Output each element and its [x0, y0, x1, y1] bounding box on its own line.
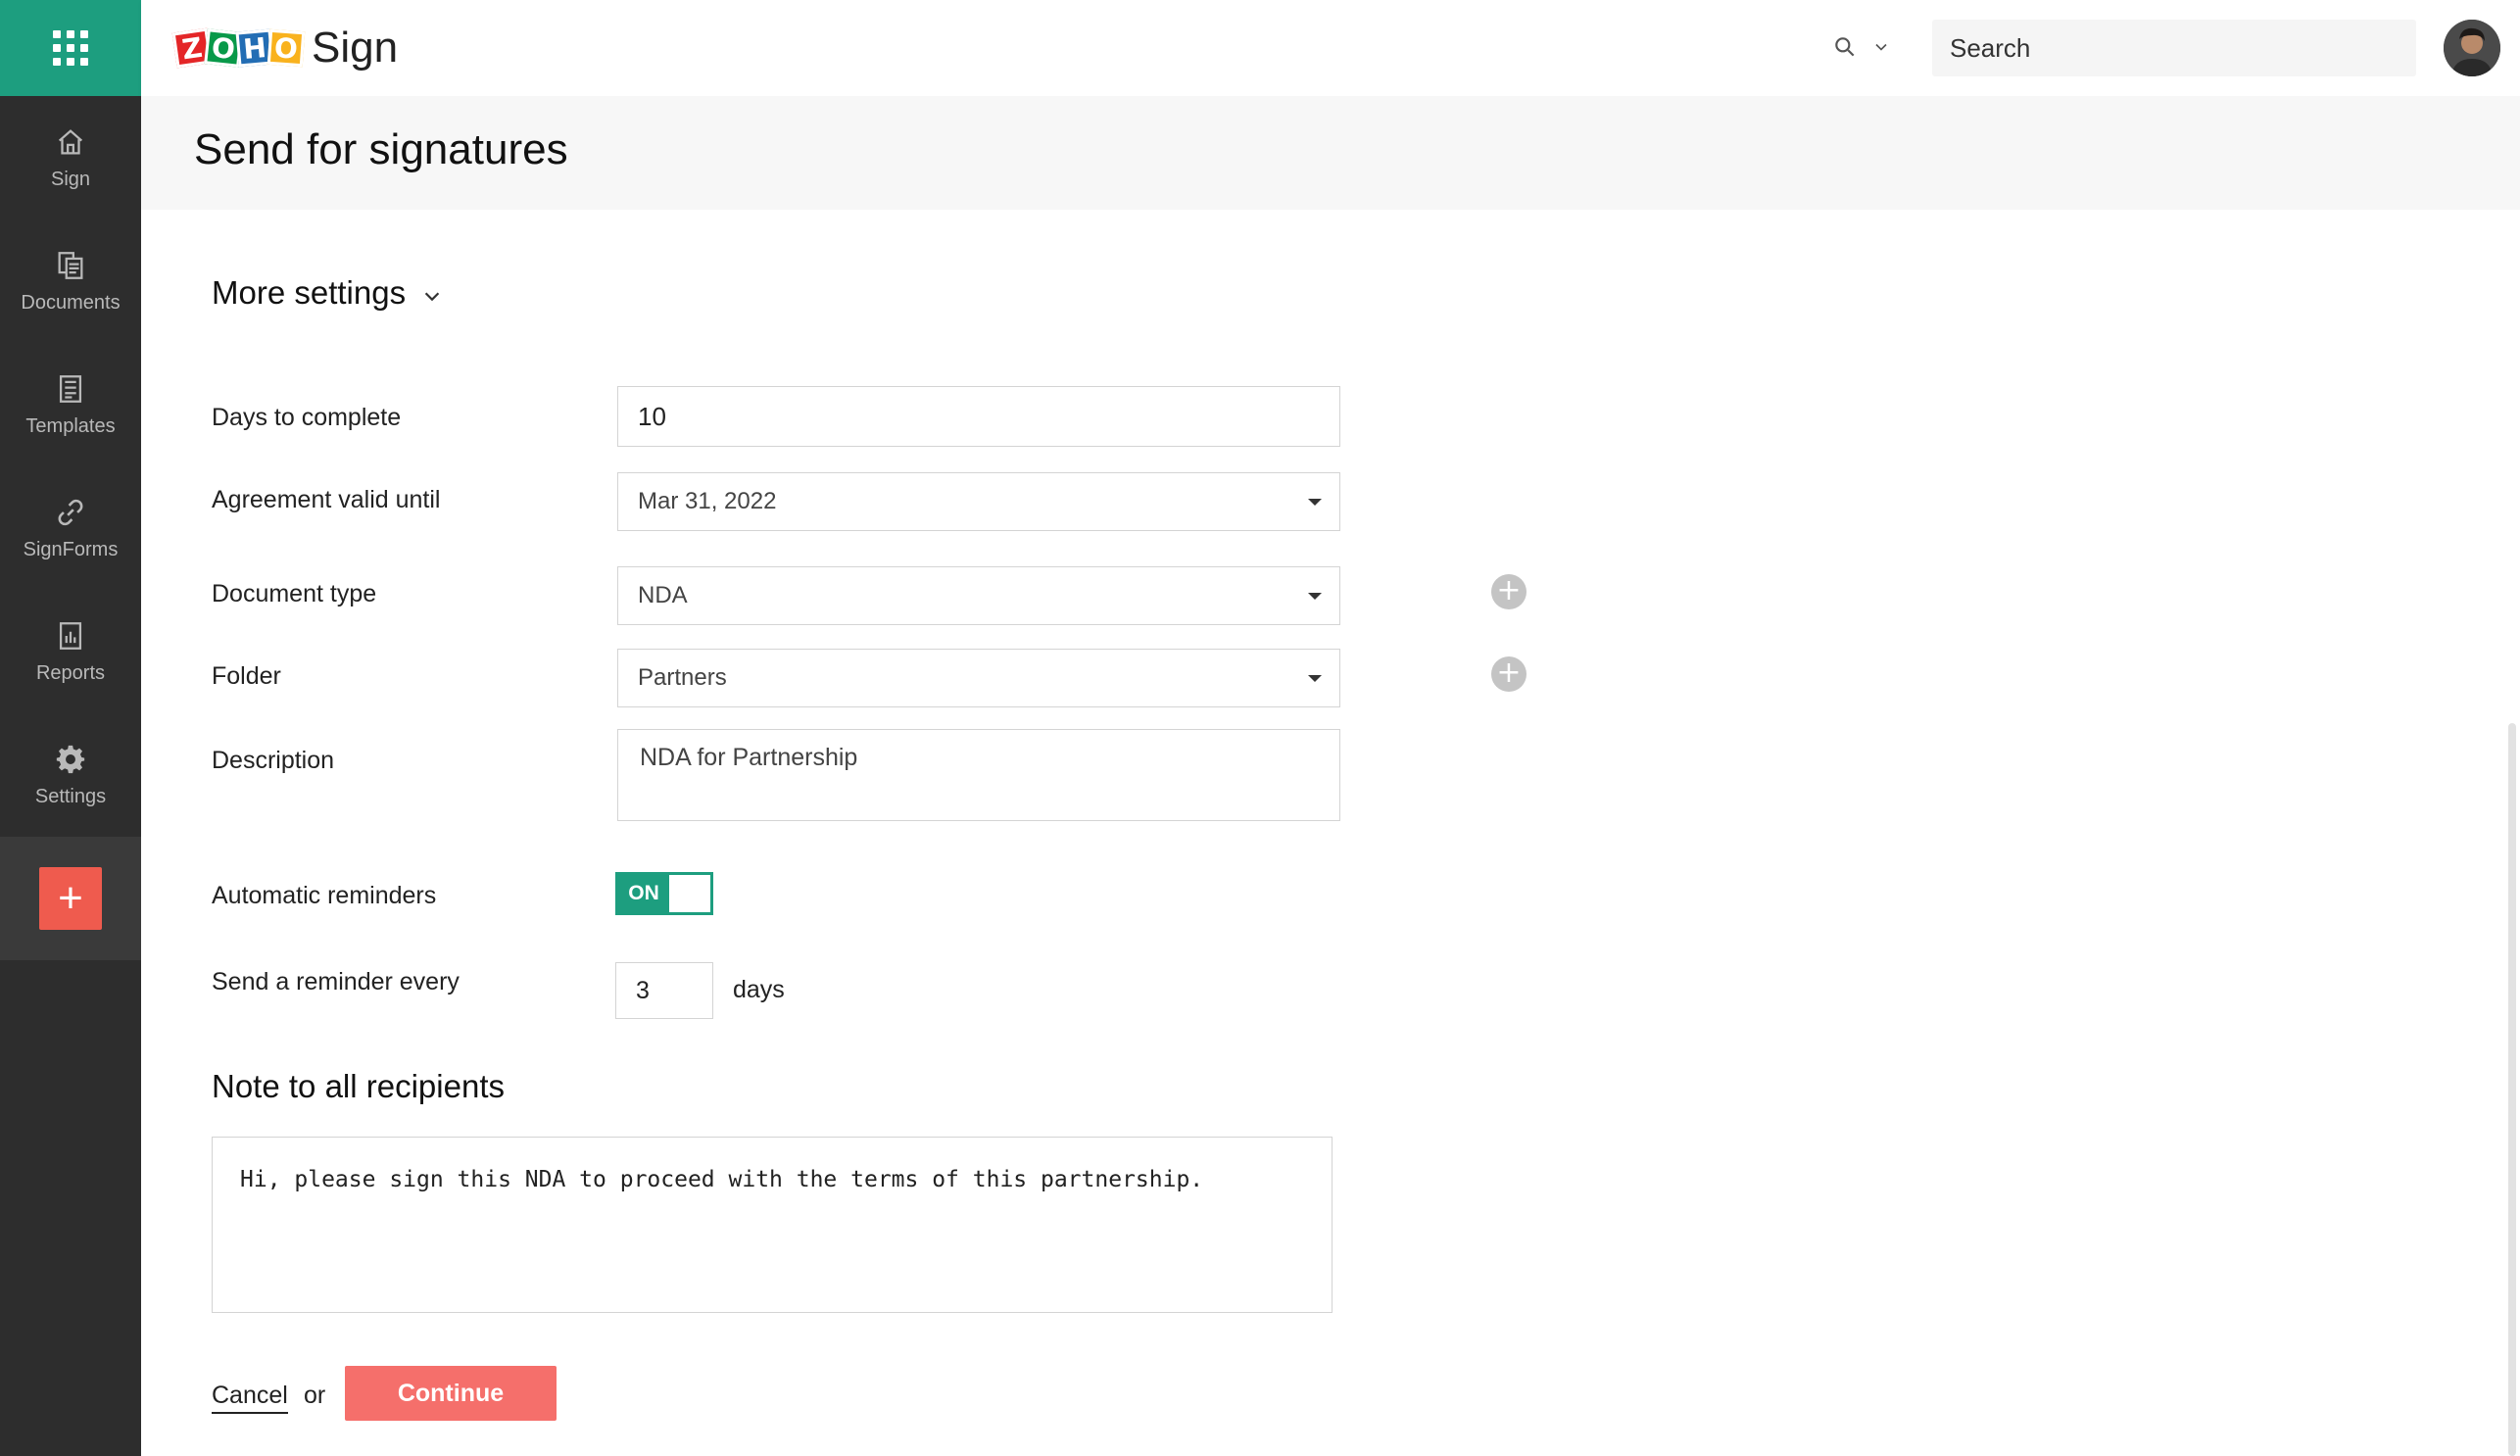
add-folder-button[interactable]: + — [1491, 656, 1527, 692]
sidebar-item-sign[interactable]: Sign — [0, 96, 141, 219]
create-area: + — [0, 837, 141, 960]
top-bar: Z O H O Sign — [141, 0, 2520, 96]
app-name: Sign — [312, 24, 399, 72]
description-label: Description — [212, 747, 335, 774]
settings-form: More settings Days to complete 10 Agreem… — [141, 210, 2520, 1456]
folder-label: Folder — [212, 662, 281, 690]
sidebar-item-label: Sign — [50, 168, 91, 190]
sidebar-item-settings[interactable]: Settings — [0, 713, 141, 837]
home-icon — [58, 128, 83, 154]
sidebar-item-label: Templates — [25, 414, 116, 437]
more-settings-toggle[interactable]: More settings — [212, 274, 443, 312]
documents-icon — [58, 251, 83, 279]
selected-value: NDA — [638, 582, 688, 608]
app-switcher-button[interactable] — [0, 0, 141, 96]
zoho-sign-logo[interactable]: Z O H O Sign — [171, 22, 399, 74]
automatic-reminders-toggle[interactable]: ON — [615, 872, 713, 915]
toggle-knob — [669, 875, 710, 912]
chevron-down-icon — [1875, 43, 1887, 51]
agreement-valid-label: Agreement valid until — [212, 486, 441, 513]
folder-select[interactable]: Partners — [617, 649, 1340, 707]
search-input[interactable] — [1932, 20, 2416, 76]
sidebar-item-label: SignForms — [23, 538, 119, 560]
document-type-label: Document type — [212, 580, 377, 607]
sidebar-item-label: Settings — [34, 785, 107, 807]
logo-letter: O — [267, 28, 306, 68]
days-to-complete-input[interactable]: 10 — [617, 386, 1340, 447]
user-photo — [2444, 20, 2500, 76]
automatic-reminders-label: Automatic reminders — [212, 882, 437, 909]
grid-icon — [53, 30, 88, 66]
days-to-complete-label: Days to complete — [212, 404, 402, 431]
reminder-interval-input[interactable]: 3 — [615, 962, 713, 1019]
reports-icon — [59, 621, 82, 650]
avatar[interactable] — [2444, 20, 2500, 76]
templates-icon — [59, 374, 82, 403]
reminder-unit: days — [733, 976, 785, 1003]
agreement-valid-select[interactable]: Mar 31, 2022 — [617, 472, 1340, 531]
add-document-type-button[interactable]: + — [1491, 574, 1527, 609]
toggle-state: ON — [628, 882, 659, 904]
selected-value: Mar 31, 2022 — [638, 488, 777, 514]
or-text: or — [304, 1382, 326, 1409]
continue-button[interactable]: Continue — [345, 1366, 557, 1421]
chevron-down-icon — [424, 292, 440, 302]
reminder-every-label: Send a reminder every — [212, 968, 460, 995]
description-textarea[interactable]: NDA for Partnership — [617, 729, 1340, 821]
search-scope-toggle[interactable] — [1832, 29, 1891, 65]
note-title: Note to all recipients — [212, 1068, 505, 1104]
selected-value: Partners — [638, 664, 727, 691]
sidebar-item-documents[interactable]: Documents — [0, 219, 141, 343]
caret-down-icon — [1308, 592, 1322, 600]
caret-down-icon — [1308, 674, 1322, 682]
sidebar-item-label: Documents — [21, 291, 121, 314]
page-header: Send for signatures — [141, 96, 2520, 210]
sidebar-item-templates[interactable]: Templates — [0, 343, 141, 466]
left-sidebar: Sign Documents Templates SignForms Repor… — [0, 0, 141, 1456]
link-icon — [58, 499, 83, 525]
document-type-select[interactable]: NDA — [617, 566, 1340, 625]
caret-down-icon — [1308, 498, 1322, 506]
section-title: More settings — [212, 274, 407, 311]
sidebar-item-signforms[interactable]: SignForms — [0, 466, 141, 590]
scrollbar[interactable] — [2508, 723, 2516, 1456]
search-icon — [1835, 37, 1855, 57]
cancel-link[interactable]: Cancel — [212, 1382, 288, 1414]
sidebar-item-reports[interactable]: Reports — [0, 590, 141, 713]
note-textarea[interactable]: Hi, please sign this NDA to proceed with… — [212, 1137, 1333, 1313]
sidebar-item-label: Reports — [35, 661, 106, 684]
page-title: Send for signatures — [194, 125, 568, 173]
gear-icon — [56, 745, 85, 773]
create-new-button[interactable]: + — [39, 867, 102, 930]
